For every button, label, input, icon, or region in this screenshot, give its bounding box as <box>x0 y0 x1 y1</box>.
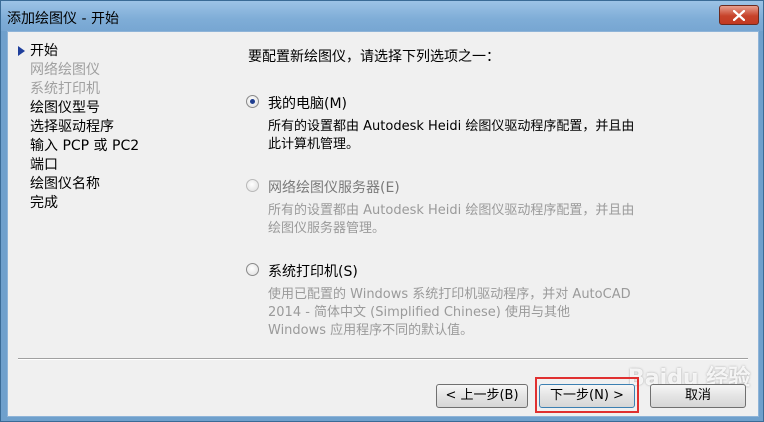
option-description-line: 2014 - 简体中文 (Simplified Chinese) 使用与其他 <box>268 305 570 320</box>
close-button[interactable] <box>719 5 759 25</box>
step-select-driver: 选择驱动程序 <box>30 119 114 135</box>
next-button-highlight <box>535 377 639 413</box>
cancel-button[interactable]: 取消 <box>650 384 746 408</box>
option-description-line: 此计算机管理。 <box>268 137 360 152</box>
option-description-line: 使用已配置的 Windows 系统打印机驱动程序，并对 AutoCAD <box>268 287 631 302</box>
step-port: 端口 <box>30 157 58 173</box>
option-label[interactable]: 系统打印机(S) <box>268 261 358 281</box>
radio-network-plotter-server[interactable] <box>246 179 259 192</box>
step-system-printer: 系统打印机 <box>30 81 100 97</box>
back-button[interactable]: < 上一步(B) <box>436 384 528 408</box>
dialog-window: 添加绘图仪 - 开始 开始 网络绘图仪 系统打印机 绘图仪型号 选择驱动程序 输… <box>0 0 764 422</box>
radio-my-computer[interactable] <box>246 95 259 108</box>
radio-system-printer[interactable] <box>246 263 259 276</box>
close-icon <box>733 10 745 21</box>
step-finish: 完成 <box>30 195 58 211</box>
option-description-line: 所有的设置都由 Autodesk Heidi 绘图仪驱动程序配置，并且由 <box>268 203 635 218</box>
current-step-arrow-icon <box>18 46 25 56</box>
step-plotter-model: 绘图仪型号 <box>30 100 100 116</box>
option-description-line: 绘图仪服务器管理。 <box>268 221 386 236</box>
option-description-line: Windows 应用程序不同的默认值。 <box>268 323 474 338</box>
title-bar[interactable]: 添加绘图仪 - 开始 <box>1 1 763 31</box>
instruction-text: 要配置新绘图仪，请选择下列选项之一： <box>248 49 500 65</box>
step-network-plotter: 网络绘图仪 <box>30 62 100 78</box>
dialog-body: 开始 网络绘图仪 系统打印机 绘图仪型号 选择驱动程序 输入 PCP 或 PC2… <box>7 31 759 417</box>
step-import-pcp-pc2: 输入 PCP 或 PC2 <box>30 138 140 154</box>
option-label[interactable]: 我的电脑(M) <box>268 93 347 113</box>
option-label[interactable]: 网络绘图仪服务器(E) <box>268 177 400 197</box>
option-description-line: 所有的设置都由 Autodesk Heidi 绘图仪驱动程序配置，并且由 <box>268 119 635 134</box>
window-title: 添加绘图仪 - 开始 <box>7 11 119 27</box>
step-plotter-name: 绘图仪名称 <box>30 176 100 192</box>
step-start: 开始 <box>30 43 58 59</box>
